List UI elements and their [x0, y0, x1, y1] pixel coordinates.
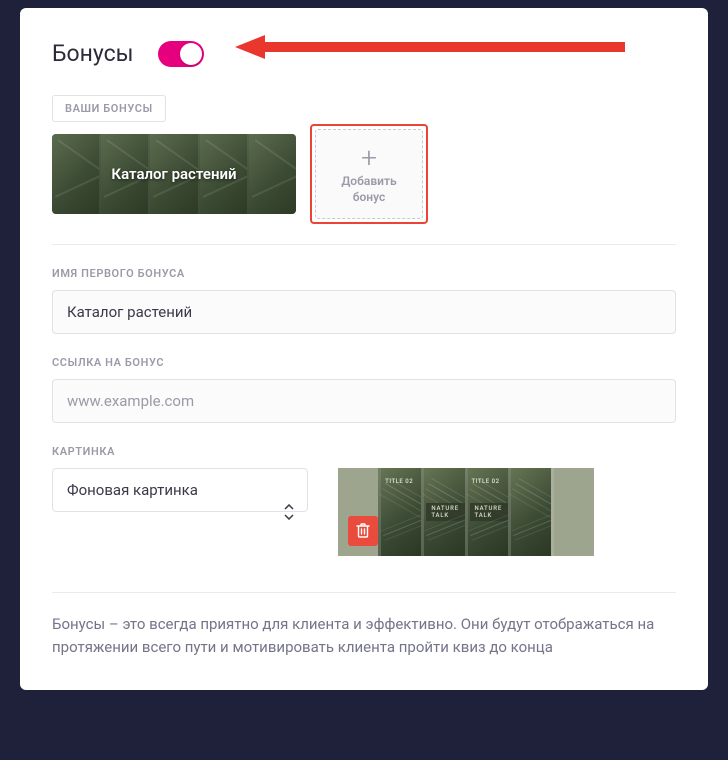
bonus-name-input[interactable]: [52, 290, 676, 334]
bonus-name-label: ИМЯ ПЕРВОГО БОНУСА: [52, 267, 676, 280]
trash-icon: [356, 523, 370, 539]
picture-row: Фоновая картинка TITLE 02 NATURE TALK TI…: [52, 468, 676, 593]
preview-nature-badge-1: NATURE TALK: [426, 503, 464, 521]
add-bonus-button[interactable]: + Добавить бонус: [315, 129, 423, 219]
toggle-knob: [180, 43, 202, 65]
section-title: Бонусы: [52, 40, 134, 67]
your-bonuses-tab[interactable]: ВАШИ БОНУСЫ: [52, 95, 166, 122]
preview-title-badge: TITLE 02: [385, 478, 413, 485]
bonus-cards-row: Каталог растений + Добавить бонус: [52, 134, 676, 245]
bonuses-settings-card: Бонусы ВАШИ БОНУСЫ Каталог растений + До…: [20, 8, 708, 690]
picture-select-wrap: Фоновая картинка: [52, 468, 308, 556]
bonus-card-label: Каталог растений: [111, 165, 236, 183]
add-bonus-label-1: Добавить: [341, 174, 396, 188]
header-row: Бонусы: [52, 40, 676, 67]
bonus-image-preview: TITLE 02 NATURE TALK TITLE 02 NATURE TAL…: [338, 468, 594, 556]
add-bonus-highlight-frame: + Добавить бонус: [310, 124, 428, 224]
picture-type-select[interactable]: Фоновая картинка: [52, 468, 308, 512]
bonuses-toggle[interactable]: [158, 41, 204, 67]
plus-icon: +: [361, 144, 377, 172]
bonus-link-input[interactable]: [52, 379, 676, 423]
add-bonus-label-2: бонус: [353, 190, 386, 204]
bonus-card[interactable]: Каталог растений: [52, 134, 296, 214]
preview-nature-badge-2: NATURE TALK: [470, 503, 508, 521]
bonuses-description: Бонусы – это всегда приятно для клиента …: [52, 613, 676, 658]
preview-title-badge-2: TITLE 02: [472, 478, 500, 485]
delete-image-button[interactable]: [348, 516, 378, 546]
bonus-picture-label: КАРТИНКА: [52, 445, 676, 458]
bonus-link-label: ССЫЛКА НА БОНУС: [52, 356, 676, 369]
